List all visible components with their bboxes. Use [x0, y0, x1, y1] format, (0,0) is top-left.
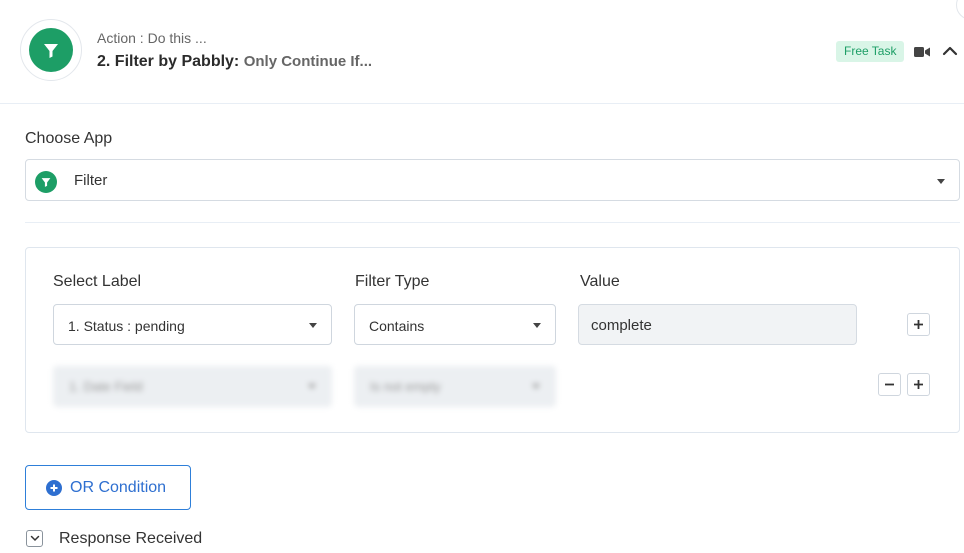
add-condition-button[interactable]: [907, 313, 930, 336]
choose-app-label: Choose App: [25, 130, 113, 147]
free-task-badge: Free Task: [836, 41, 905, 62]
value-input[interactable]: complete: [578, 304, 857, 345]
dropdown-caret-icon: [308, 384, 316, 389]
chevron-up-icon[interactable]: [942, 44, 958, 62]
select-label-dropdown-blurred[interactable]: 1. Date Field: [53, 366, 332, 407]
select-label-value: 1. Status : pending: [68, 318, 185, 334]
add-condition-button[interactable]: [907, 373, 930, 396]
or-condition-label: OR Condition: [70, 479, 167, 496]
value-heading: Value: [580, 273, 620, 290]
corner-button[interactable]: [956, 0, 964, 20]
filter-type-dropdown-blurred[interactable]: Is not empty: [354, 366, 556, 407]
action-title: 2. Filter by Pabbly: Only Continue If...: [97, 53, 372, 71]
value-input-text: complete: [591, 317, 652, 334]
filter-type-heading: Filter Type: [355, 273, 430, 290]
action-title-main: 2. Filter by Pabbly:: [97, 53, 240, 70]
section-divider: [25, 222, 960, 223]
filter-type-value-blurred: Is not empty: [370, 379, 441, 394]
plus-circle-icon: [46, 480, 62, 496]
choose-app-select[interactable]: Filter: [25, 159, 960, 201]
filter-icon: [35, 171, 57, 193]
video-icon[interactable]: [914, 45, 930, 63]
filter-type-value: Contains: [369, 318, 425, 334]
chevron-down-icon: [30, 535, 39, 542]
filter-type-dropdown[interactable]: Contains: [354, 304, 556, 345]
select-label-heading: Select Label: [53, 273, 142, 290]
plus-icon: [914, 380, 923, 389]
filter-icon: [29, 28, 73, 72]
dropdown-caret-icon: [532, 384, 540, 389]
response-toggle[interactable]: [26, 530, 43, 547]
action-subtitle: Action : Do this ...: [97, 30, 207, 46]
action-title-suffix: Only Continue If...: [243, 53, 373, 70]
dropdown-caret-icon: [309, 323, 317, 328]
select-label-dropdown[interactable]: 1. Status : pending: [53, 304, 332, 345]
remove-condition-button[interactable]: [878, 373, 901, 396]
select-label-value-blurred: 1. Date Field: [69, 379, 143, 394]
plus-icon: [914, 320, 923, 329]
minus-icon: [885, 383, 894, 386]
response-received-label[interactable]: Response Received: [59, 530, 202, 548]
step-header[interactable]: Action : Do this ... 2. Filter by Pabbly…: [0, 0, 964, 104]
dropdown-caret-icon: [937, 179, 945, 184]
dropdown-caret-icon: [533, 323, 541, 328]
selected-app-name: Filter: [74, 172, 108, 189]
or-condition-button[interactable]: OR Condition: [25, 465, 191, 510]
app-logo: [20, 19, 82, 81]
